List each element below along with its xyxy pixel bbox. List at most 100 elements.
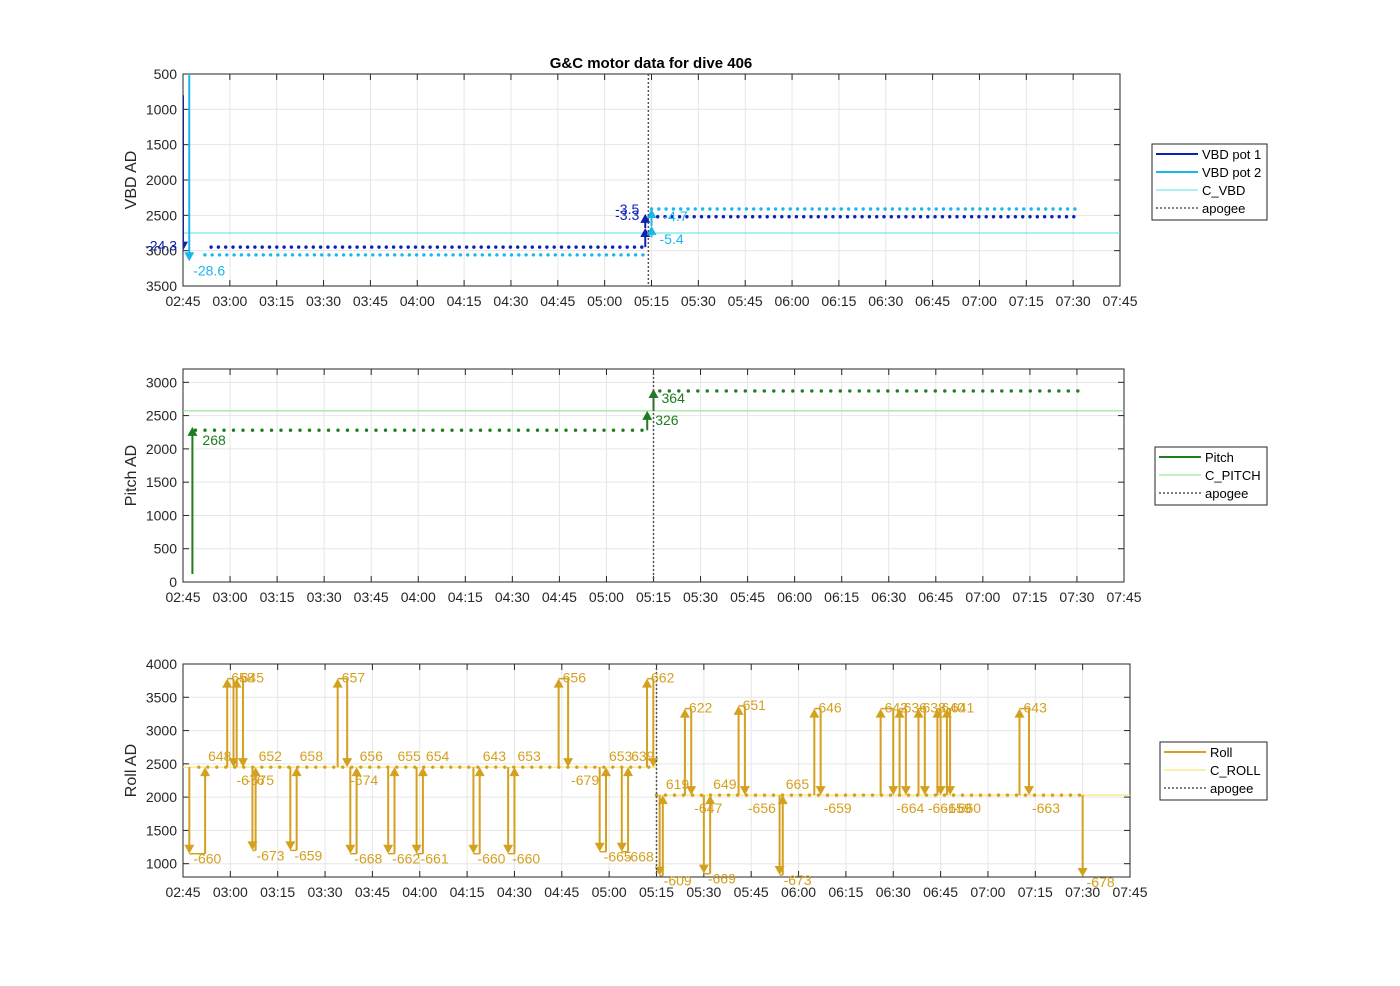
figure-title: G&C motor data for dive 406: [550, 55, 753, 72]
vbd-pot2-point: [905, 207, 909, 211]
vbd-pot1-point: [245, 245, 250, 249]
vbd-pot1-point: [253, 245, 257, 249]
vbd-pot1-point: [1057, 215, 1061, 219]
pitch-point: [686, 389, 690, 393]
pitch-arrow-label: 364: [662, 390, 686, 406]
roll-label: 641: [951, 700, 975, 716]
vbd-pot2-point: [575, 253, 579, 257]
roll-point: [575, 765, 579, 769]
x-tick-label: 07:30: [1056, 293, 1091, 309]
legend-label: C_VBD: [1202, 183, 1245, 198]
vbd-pot1-point: [758, 215, 762, 219]
vbd-pot2-point: [232, 253, 236, 257]
legend-label: Roll: [1210, 745, 1233, 760]
vbd-pot2-point: [730, 207, 734, 211]
roll-label: -659: [824, 800, 852, 816]
vbd-pot1-point: [699, 215, 704, 219]
vbd-pot2-point: [1044, 207, 1048, 211]
vbd-pot1-point: [479, 245, 483, 249]
vbd-pot1-point: [904, 215, 908, 219]
roll-label: -647: [694, 800, 722, 816]
vbd-pot1-point: [1064, 215, 1069, 219]
vbd-pot1-point: [231, 245, 235, 249]
pitch-point: [867, 389, 871, 393]
x-tick-label: 02:45: [165, 589, 200, 605]
pitch-point: [488, 428, 492, 432]
roll-point: [807, 793, 812, 797]
x-tick-label: 03:15: [260, 589, 295, 605]
pitch-point: [762, 389, 766, 393]
vbd-pot1-point: [224, 245, 228, 249]
vbd-legend: VBD pot 1 VBD pot 2 C_VBDapogee: [1151, 143, 1268, 221]
vbd-pot2-point: [268, 253, 273, 257]
vbd-pot1-point: [530, 245, 534, 249]
vbd-pot2-point: [560, 253, 565, 257]
roll-point: [753, 793, 758, 797]
vbd-pot1-point: [743, 215, 747, 219]
vbd-pot2-point: [708, 207, 712, 211]
vbd-pot2-point: [700, 207, 705, 211]
vbd-pot2-point: [451, 253, 455, 257]
vbd-pot1-point: [501, 245, 505, 249]
vbd-pot1-point: [406, 245, 410, 249]
vbd-pot2-point: [247, 253, 251, 257]
vbd-pot2-point: [393, 253, 397, 257]
vbd-pot1-point: [494, 245, 498, 249]
roll-point: [1032, 793, 1037, 797]
roll-point: [458, 765, 462, 769]
vbd-pot2-point: [963, 207, 968, 211]
x-tick-label: 07:45: [1112, 884, 1147, 900]
roll-point: [825, 793, 830, 797]
x-tick-label: 03:45: [354, 589, 389, 605]
roll-label: -659: [294, 847, 322, 863]
vbd-pot2-point: [832, 207, 836, 211]
pitch-point: [848, 389, 852, 393]
roll-point: [539, 765, 543, 769]
pitch-point: [715, 389, 719, 393]
legend-label: apogee: [1202, 201, 1245, 216]
vbd-arrow-label: -4.7: [664, 208, 688, 224]
roll-label: -660: [193, 851, 221, 867]
pitch-point: [914, 389, 918, 393]
vbd-pot2-point: [436, 253, 441, 257]
roll-label: -668: [626, 849, 654, 865]
vbd-pot2-point: [341, 253, 346, 257]
pitch-point: [421, 428, 426, 432]
vbd-pot2-point: [458, 253, 463, 257]
vbd-pot2-point: [927, 207, 931, 211]
y-tick-label: 3000: [146, 374, 177, 390]
vbd-pot2-point: [992, 207, 997, 211]
roll-point: [663, 793, 668, 797]
vbd-arrow-label: -5.4: [660, 231, 684, 247]
vbd-pot1-point: [443, 245, 447, 249]
vbd-pot2-point: [766, 207, 770, 211]
roll-point: [494, 765, 498, 769]
vbd-pot2-point: [876, 207, 880, 211]
roll-label: -679: [571, 772, 599, 788]
vbd-pot1-point: [816, 215, 820, 219]
roll-point: [485, 765, 489, 769]
roll-label: 652: [259, 748, 283, 764]
pitch-point: [933, 389, 937, 393]
legend-label: VBD pot 1: [1202, 147, 1261, 162]
x-tick-label: 06:45: [915, 293, 950, 309]
y-tick-label: 1500: [146, 822, 177, 838]
vbd-pot1-point: [289, 245, 294, 249]
vbd-pot1-point: [450, 245, 454, 249]
roll-label: 653: [517, 748, 541, 764]
vbd-pot1-point: [867, 215, 872, 219]
x-tick-label: 07:00: [970, 884, 1005, 900]
roll-point: [269, 765, 273, 769]
vbd-pot2-point: [487, 253, 492, 257]
vbd-pot2-point: [385, 253, 390, 257]
y-tick-label: 0: [169, 574, 177, 590]
vbd-pot1-point: [1050, 215, 1054, 219]
vbd-pot1-point: [508, 245, 513, 249]
vbd-pot1-point: [559, 245, 564, 249]
vbd-pot1-point: [896, 215, 901, 219]
pitch-point: [431, 428, 435, 432]
roll-label: 639: [631, 748, 655, 764]
vbd-pot1-point: [845, 215, 850, 219]
legend-label: apogee: [1205, 486, 1248, 501]
roll-point: [870, 793, 875, 797]
